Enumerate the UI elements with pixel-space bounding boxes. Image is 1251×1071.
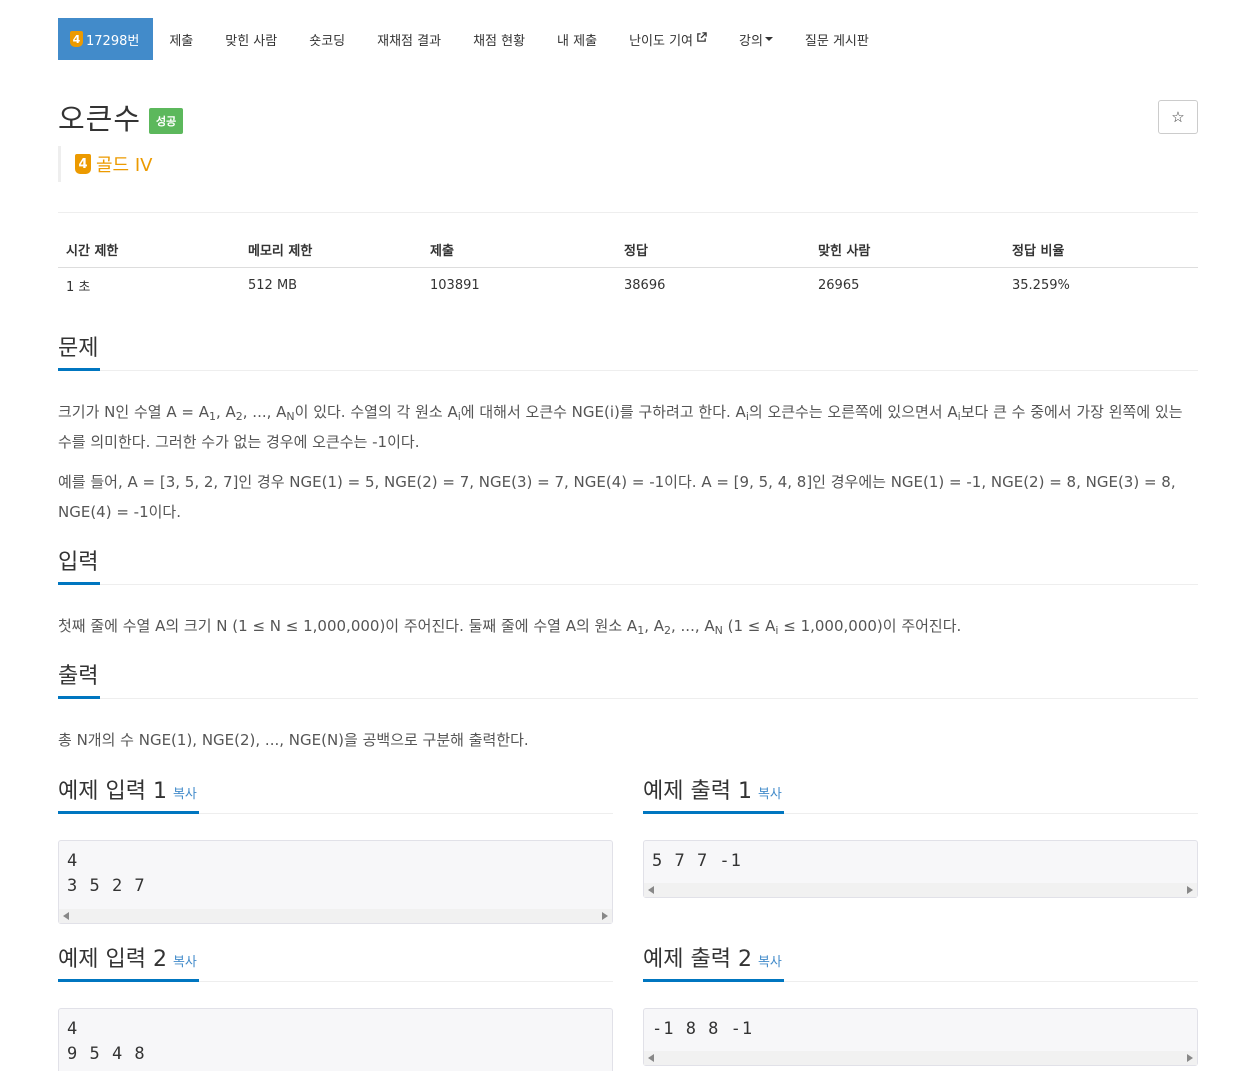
sample-input-2-header: 예제 입력 2 복사 [58,945,613,982]
sample-content: 4 3 5 2 7 [67,851,146,896]
section-title: 문제 [58,334,101,371]
section-title: 예제 입력 1 복사 [58,777,199,814]
table-header: 정답 비율 [1004,232,1198,268]
section-title: 예제 출력 1 복사 [643,777,784,814]
problem-info-table: 시간 제한 메모리 제한 제출 정답 맞힌 사람 정답 비율 1 초 512 M… [58,232,1198,304]
scroll-right-icon[interactable] [602,912,608,920]
problem-tier: 4 골드 IV [58,146,152,182]
section-title: 입력 [58,548,101,585]
scroll-right-icon[interactable] [1187,1054,1193,1062]
table-header-row: 시간 제한 메모리 제한 제출 정답 맞힌 사람 정답 비율 [58,232,1198,268]
tab-difficulty-contribution[interactable]: 난이도 기여 [613,18,723,60]
star-icon: ☆ [1171,108,1185,126]
tab-problem[interactable]: 4 17298번 [58,18,154,60]
table-cell: 38696 [624,278,666,294]
sample-output-1-header: 예제 출력 1 복사 [643,777,1198,814]
table-cell: 512 MB [248,278,298,294]
tier-gold-icon: 4 [70,31,83,47]
problem-nav-tabs: 4 17298번 제출 맞힌 사람 숏코딩 재채점 결과 채점 현황 내 제출 … [58,18,885,60]
sample-content: 4 9 5 4 8 [67,1019,146,1064]
table-header: 정답 [616,232,810,268]
external-link-icon [696,32,707,46]
input-description: 첫째 줄에 수열 A의 크기 N (1 ≤ N ≤ 1,000,000)이 주어… [58,617,962,637]
page-title: 오큰수 [58,102,142,136]
copy-button[interactable]: 복사 [758,955,782,970]
favorite-button[interactable]: ☆ [1158,100,1198,134]
section-input-header: 입력 [58,548,1198,585]
tab-problem-label: 17298번 [86,33,140,49]
horizontal-scrollbar[interactable] [644,883,1197,897]
sample-input-1-header: 예제 입력 1 복사 [58,777,613,814]
tab-judge-status[interactable]: 채점 현황 [457,18,541,60]
copy-button[interactable]: 복사 [173,955,197,970]
horizontal-scrollbar[interactable] [59,909,612,923]
caret-down-icon [764,37,773,41]
section-title: 예제 입력 2 복사 [58,945,199,982]
scroll-left-icon[interactable] [648,886,654,894]
copy-button[interactable]: 복사 [758,787,782,802]
tab-solved-users[interactable]: 맞힌 사람 [209,18,293,60]
table-cell: 26965 [818,278,860,294]
problem-description-p2: 예를 들어, A = [3, 5, 2, 7]인 경우 NGE(1) = 5, … [58,473,1176,521]
horizontal-scrollbar[interactable] [644,1051,1197,1065]
problem-description-p1: 크기가 N인 수열 A = A1, A2, ..., AN이 있다. 수열의 각… [58,403,1183,451]
tab-lectures-label: 강의 [739,33,763,49]
sample-output-1[interactable]: 5 7 7 -1 [643,840,1198,898]
scroll-left-icon[interactable] [63,912,69,920]
section-title: 출력 [58,662,101,699]
status-badge: 성공 [149,108,184,134]
tier-label[interactable]: 골드 IV [96,151,152,177]
section-output-header: 출력 [58,662,1198,699]
tab-submit[interactable]: 제출 [153,18,209,60]
section-description-header: 문제 [58,334,1198,371]
scroll-left-icon[interactable] [648,1054,654,1062]
tab-rejudge-results[interactable]: 재채점 결과 [361,18,457,60]
table-header: 시간 제한 [58,232,240,268]
divider [58,212,1198,213]
table-row: 1 초 512 MB 103891 38696 26965 35.259% [58,268,1198,304]
tab-short-coding[interactable]: 숏코딩 [293,18,361,60]
sample-input-1[interactable]: 4 3 5 2 7 [58,840,613,924]
sample-content: -1 8 8 -1 [652,1019,754,1039]
sample-output-2[interactable]: -1 8 8 -1 [643,1008,1198,1066]
table-header: 제출 [422,232,616,268]
table-header: 맞힌 사람 [810,232,1004,268]
output-description: 총 N개의 수 NGE(1), NGE(2), ..., NGE(N)을 공백으… [58,731,529,749]
copy-button[interactable]: 복사 [173,787,197,802]
table-header: 메모리 제한 [240,232,422,268]
tier-gold-icon: 4 [75,154,91,174]
sample-content: 5 7 7 -1 [652,851,742,871]
tab-lectures-dropdown[interactable]: 강의 [723,18,789,60]
table-cell: 1 초 [66,280,91,296]
scroll-right-icon[interactable] [1187,886,1193,894]
sample-output-2-header: 예제 출력 2 복사 [643,945,1198,982]
tab-my-submissions[interactable]: 내 제출 [541,18,613,60]
table-cell: 35.259% [1012,278,1070,294]
section-title: 예제 출력 2 복사 [643,945,784,982]
sample-input-2[interactable]: 4 9 5 4 8 [58,1008,613,1071]
tab-question-board[interactable]: 질문 게시판 [789,18,885,60]
table-cell: 103891 [430,278,480,294]
problem-title-row: 오큰수 성공 [58,96,184,138]
tab-difficulty-label: 난이도 기여 [629,33,693,49]
